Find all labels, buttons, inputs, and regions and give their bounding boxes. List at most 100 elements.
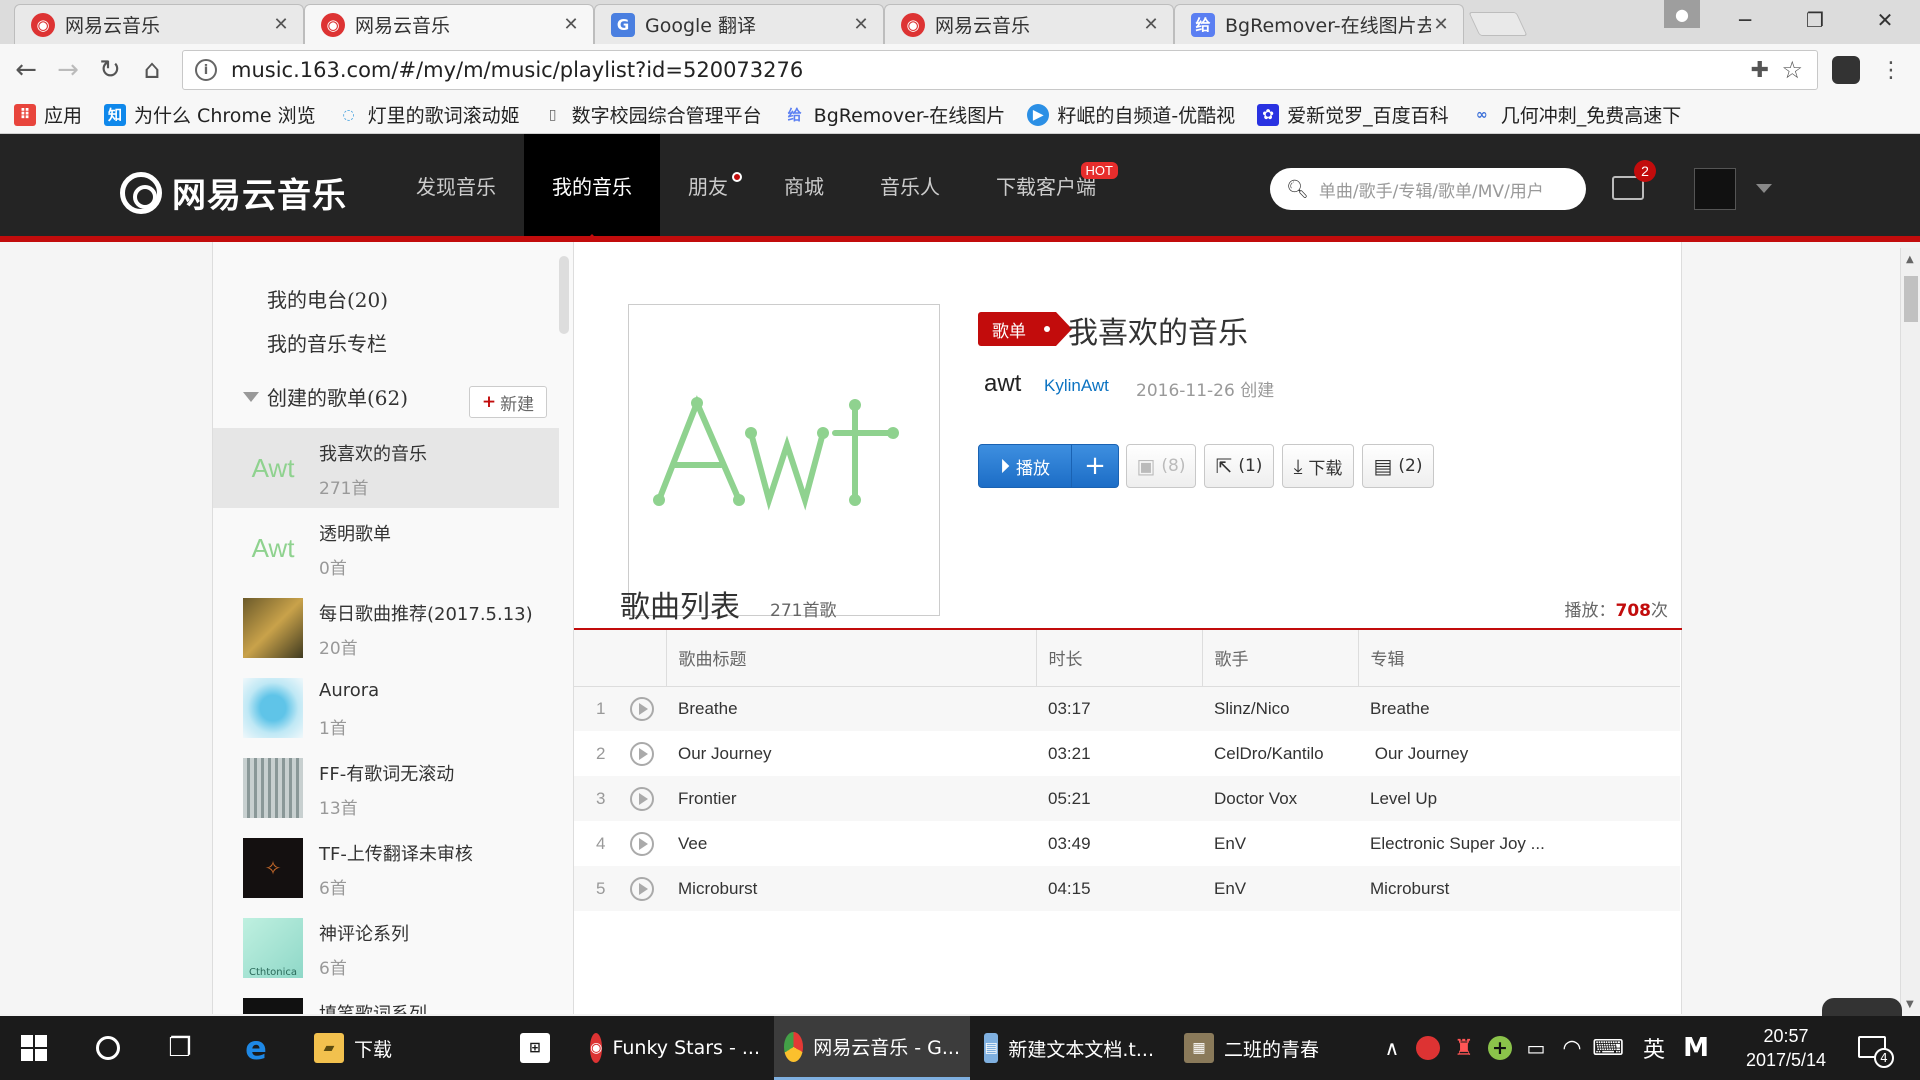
- play-song-icon[interactable]: [630, 696, 654, 721]
- battery-icon[interactable]: ▭: [1516, 1028, 1556, 1068]
- windows-start-icon[interactable]: [14, 1028, 54, 1068]
- playlist-item[interactable]: 每日歌曲推荐(2017.5.13) 20首: [213, 588, 559, 668]
- page-scrollbar[interactable]: ▲ ▼: [1900, 248, 1920, 1014]
- extension-puzzle-icon[interactable]: ✚: [1751, 58, 1769, 83]
- browser-tab-0[interactable]: ◉ 网易云音乐 ✕: [14, 4, 304, 44]
- playlist-item[interactable]: ✧ TF-上传翻译未审核 6首: [213, 828, 559, 908]
- song-album[interactable]: Electronic Super Joy ...: [1358, 821, 1680, 866]
- bookmark-item[interactable]: ◌ 灯里的歌词滚动姬: [338, 101, 520, 128]
- playlist-item[interactable]: Cthtonica 神评论系列 6首: [213, 908, 559, 988]
- share-button[interactable]: ⇱ (1): [1204, 444, 1274, 488]
- close-icon[interactable]: ✕: [851, 14, 871, 35]
- keyboard-icon[interactable]: ⌨: [1588, 1028, 1628, 1068]
- play-song-icon[interactable]: [630, 741, 654, 766]
- playlist-item[interactable]: FF-有歌词无滚动 13首: [213, 748, 559, 828]
- ime-indicator[interactable]: 英: [1634, 1028, 1674, 1068]
- new-playlist-button[interactable]: + 新建: [469, 386, 547, 418]
- action-center-icon[interactable]: 4: [1858, 1036, 1894, 1068]
- bookmark-item[interactable]: ∞ 几何冲刺_免费高速下: [1471, 101, 1681, 128]
- tray-plus-icon[interactable]: +: [1480, 1028, 1520, 1068]
- song-album[interactable]: Our Journey: [1358, 731, 1680, 776]
- song-artist[interactable]: Slinz/Nico: [1202, 686, 1358, 731]
- creator-avatar[interactable]: awt: [984, 370, 1021, 398]
- playlist-item[interactable]: Aurora 1首: [213, 668, 559, 748]
- browser-tab-2[interactable]: G Google 翻译 ✕: [594, 4, 884, 44]
- song-title[interactable]: Microburst: [666, 866, 1036, 911]
- tray-m-icon[interactable]: M: [1676, 1028, 1716, 1068]
- user-avatar[interactable]: [1694, 168, 1736, 210]
- bookmark-item[interactable]: 知为什么 Chrome 浏览: [104, 101, 316, 128]
- browser-tab-3[interactable]: ◉ 网易云音乐 ✕: [884, 4, 1174, 44]
- bookmark-item[interactable]: ▶ 籽岷的自频道-优酷视: [1027, 101, 1235, 128]
- extension-icon[interactable]: [1832, 56, 1860, 84]
- site-search-input[interactable]: 🔍︎ 单曲/歌手/专辑/歌单/MV/用户: [1270, 168, 1586, 210]
- creator-link[interactable]: KylinAwt: [1044, 376, 1109, 396]
- close-icon[interactable]: ✕: [1431, 14, 1451, 35]
- song-album[interactable]: Breathe: [1358, 686, 1680, 731]
- system-clock[interactable]: 20:57 2017/5/14: [1738, 1024, 1834, 1072]
- restore-button[interactable]: ❐: [1780, 0, 1850, 40]
- song-title[interactable]: Our Journey: [666, 731, 1036, 776]
- bookmark-item[interactable]: 给 BgRemover-在线图片: [784, 101, 1006, 128]
- play-song-icon[interactable]: [630, 876, 654, 901]
- table-row[interactable]: 1 Breathe 03:17 Slinz/Nico Breathe: [574, 686, 1680, 731]
- song-artist[interactable]: EnV: [1202, 866, 1358, 911]
- home-icon[interactable]: ⌂: [136, 54, 168, 86]
- taskbar-app[interactable]: 网易云音乐 - G...: [774, 1016, 970, 1080]
- table-row[interactable]: 4 Vee 03:49 EnV Electronic Super Joy ...: [574, 821, 1680, 866]
- add-to-queue-button[interactable]: +: [1071, 444, 1119, 488]
- playlist-item[interactable]: 填笔歌词系列: [213, 988, 559, 1014]
- collect-button[interactable]: ▣ (8): [1126, 444, 1196, 488]
- site-logo[interactable]: 网易云音乐: [120, 168, 347, 217]
- nav-download-client[interactable]: 下载客户端 HOT: [968, 134, 1124, 236]
- table-row[interactable]: 2 Our Journey 03:21 CelDro/Kantilo Our J…: [574, 731, 1680, 776]
- play-song-icon[interactable]: [630, 786, 654, 811]
- back-icon[interactable]: ←: [10, 54, 42, 86]
- song-album[interactable]: Level Up: [1358, 776, 1680, 821]
- new-tab-button[interactable]: [1468, 12, 1528, 36]
- browser-tab-1[interactable]: ◉ 网易云音乐 ✕: [304, 4, 594, 44]
- sidebar-scrollbar[interactable]: [559, 256, 569, 334]
- close-icon[interactable]: ✕: [1141, 14, 1161, 35]
- bookmark-item[interactable]: ⠿ 应用: [14, 101, 82, 128]
- comment-button[interactable]: ▤ (2): [1362, 444, 1434, 488]
- download-button[interactable]: ⤓ 下载: [1282, 444, 1354, 488]
- sidebar-item-radio[interactable]: 我的电台(20): [267, 284, 388, 313]
- close-icon[interactable]: ✕: [271, 14, 291, 35]
- taskbar-app[interactable]: ▦ 二班的青春: [1174, 1016, 1329, 1080]
- playlist-item[interactable]: Awt 透明歌单 0首: [213, 508, 559, 588]
- mini-player-lock[interactable]: [1822, 998, 1902, 1018]
- playlist-item[interactable]: Awt 我喜欢的音乐 271首: [213, 428, 559, 508]
- bookmark-item[interactable]: ▯ 数字校园综合管理平台: [542, 101, 762, 128]
- tray-expand-icon[interactable]: ∧: [1372, 1028, 1412, 1068]
- song-title[interactable]: Vee: [666, 821, 1036, 866]
- profile-icon[interactable]: ●: [1664, 0, 1700, 28]
- tray-app-icon[interactable]: ♜: [1444, 1028, 1484, 1068]
- minimize-button[interactable]: ─: [1710, 0, 1780, 40]
- taskbar-app[interactable]: ▤ 新建文本文档.t...: [974, 1016, 1164, 1080]
- nav-musician[interactable]: 音乐人: [852, 134, 968, 236]
- nav-my-music[interactable]: 我的音乐: [524, 134, 660, 242]
- bookmark-star-icon[interactable]: ☆: [1781, 56, 1803, 84]
- reload-icon[interactable]: ↻: [94, 54, 126, 86]
- table-row[interactable]: 3 Frontier 05:21 Doctor Vox Level Up: [574, 776, 1680, 821]
- scroll-thumb[interactable]: [1904, 276, 1918, 322]
- nav-discover[interactable]: 发现音乐: [388, 134, 524, 236]
- scroll-down-icon[interactable]: ▼: [1906, 999, 1914, 1010]
- info-icon[interactable]: i: [195, 59, 217, 81]
- close-window-button[interactable]: ✕: [1850, 0, 1920, 40]
- nav-store[interactable]: 商城: [756, 134, 852, 236]
- song-artist[interactable]: Doctor Vox: [1202, 776, 1358, 821]
- created-playlists-header[interactable]: 创建的歌单(62): [243, 382, 408, 411]
- table-row[interactable]: 5 Microburst 04:15 EnV Microburst: [574, 866, 1680, 911]
- close-icon[interactable]: ✕: [561, 14, 581, 35]
- taskbar-app[interactable]: ▰ 下载: [304, 1016, 402, 1080]
- edge-icon[interactable]: e: [236, 1028, 276, 1068]
- forward-icon[interactable]: →: [52, 54, 84, 86]
- play-button[interactable]: ⏵ 播放: [978, 444, 1072, 488]
- song-artist[interactable]: EnV: [1202, 821, 1358, 866]
- nav-friends[interactable]: 朋友: [660, 134, 756, 236]
- netease-tray-icon[interactable]: [1408, 1028, 1448, 1068]
- scroll-up-icon[interactable]: ▲: [1906, 254, 1914, 265]
- taskbar-app[interactable]: ◉ Funky Stars - ...: [580, 1016, 770, 1080]
